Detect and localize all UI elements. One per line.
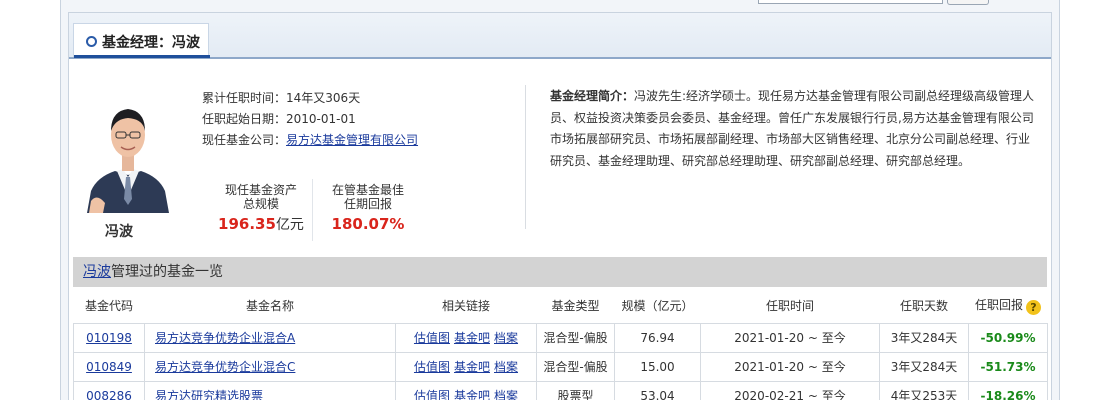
- stat-best-return: 在管基金最佳 任期回报 180.07%: [314, 183, 422, 233]
- table-row: 010198 易方达竞争优势企业混合A 估值图 基金吧 档案 混合型-偏股 76.9…: [73, 322, 1048, 353]
- stat-value: 196.35亿元: [207, 215, 315, 233]
- manager-panel: 基金经理：冯波 冯波 累计任职时间：14年又306天 任职起始日期：2010-0…: [68, 12, 1052, 400]
- col-links: 相关链接: [395, 289, 537, 324]
- fund-name-link[interactable]: 易方达竞争优势企业混合A: [155, 331, 295, 345]
- fund-type: 混合型-偏股: [536, 322, 615, 353]
- fund-days: 4年又253天: [879, 380, 969, 400]
- stat-label-line2: 总规模: [242, 197, 279, 211]
- company-row: 现任基金公司：易方达基金管理有限公司: [202, 130, 418, 151]
- col-code: 基金代码: [73, 289, 145, 324]
- fund-size: 15.00: [614, 351, 701, 382]
- fund-name-link[interactable]: 易方达竞争优势企业混合C: [155, 360, 295, 374]
- col-size: 规模（亿元）: [614, 289, 701, 324]
- col-return: 任职回报?: [968, 289, 1048, 324]
- manager-bio: 基金经理简介：冯波先生:经济学硕士。现任易方达基金管理有限公司副总经理级高级管理…: [550, 86, 1038, 172]
- page-container: 基金经理：冯波 冯波 累计任职时间：14年又306天 任职起始日期：2010-0…: [60, 0, 1060, 400]
- manager-info: 累计任职时间：14年又306天 任职起始日期：2010-01-01 现任基金公司…: [202, 88, 418, 151]
- fund-code-link[interactable]: 010198: [86, 331, 132, 345]
- manager-name-link[interactable]: 冯波: [83, 264, 111, 280]
- table-row: 008286 易方达研究精选股票 估值图 基金吧 档案 股票型 53.04 2020…: [73, 380, 1048, 400]
- fund-code-link[interactable]: 010849: [86, 360, 132, 374]
- fund-period: 2020-02-21 ~ 至今: [700, 380, 880, 400]
- tenure-total-label: 累计任职时间：: [202, 91, 287, 105]
- fund-profile-link[interactable]: 档案: [494, 331, 518, 345]
- fund-profile-link[interactable]: 档案: [494, 360, 518, 374]
- tenure-total-value: 14年又306天: [286, 91, 361, 105]
- valuation-chart-link[interactable]: 估值图: [414, 331, 450, 345]
- stat-label-line2: 任期回报: [343, 197, 392, 211]
- fund-type: 股票型: [536, 380, 615, 400]
- start-date-label: 任职起始日期：: [202, 112, 287, 126]
- fund-code-link[interactable]: 008286: [86, 389, 132, 400]
- manager-name: 冯波: [105, 224, 133, 240]
- stat-label-line1: 在管基金最佳: [331, 183, 404, 197]
- col-name: 基金名称: [144, 289, 396, 324]
- stat-number: 196.35: [218, 215, 276, 233]
- section-divider: [525, 85, 526, 229]
- manager-section: 冯波 累计任职时间：14年又306天 任职起始日期：2010-01-01 现任基…: [69, 61, 1051, 257]
- top-search-input[interactable]: [758, 0, 943, 4]
- col-days: 任职天数: [879, 289, 969, 324]
- fund-table: 基金代码 基金名称 相关链接 基金类型 规模（亿元） 任职时间 任职天数 任职回…: [73, 289, 1048, 400]
- stat-divider: [312, 179, 313, 241]
- top-search-button[interactable]: [947, 0, 989, 5]
- fund-period: 2021-01-20 ~ 至今: [700, 322, 880, 353]
- stat-value: 180.07%: [314, 215, 422, 233]
- circle-marker-icon: [86, 36, 97, 47]
- stat-label-line1: 现任基金资产: [224, 183, 297, 197]
- fund-size: 53.04: [614, 380, 701, 400]
- start-date-row: 任职起始日期：2010-01-01: [202, 109, 418, 130]
- title-tab: 基金经理：冯波: [73, 23, 210, 58]
- tenure-total-row: 累计任职时间：14年又306天: [202, 88, 418, 109]
- fund-list-header: 冯波管理过的基金一览: [73, 257, 1047, 287]
- fund-return: -50.99%: [968, 322, 1048, 353]
- fund-days: 3年又284天: [879, 351, 969, 382]
- table-row: 010849 易方达竞争优势企业混合C 估值图 基金吧 档案 混合型-偏股 15.0…: [73, 351, 1048, 382]
- fund-return: -51.73%: [968, 351, 1048, 382]
- fund-forum-link[interactable]: 基金吧: [454, 360, 490, 374]
- stat-number: 180.07%: [331, 215, 405, 233]
- page-title: 基金经理：冯波: [102, 35, 200, 51]
- col-period: 任职时间: [700, 289, 880, 324]
- help-icon[interactable]: ?: [1026, 300, 1041, 316]
- company-label: 现任基金公司：: [202, 133, 287, 147]
- fund-return: -18.26%: [968, 380, 1048, 400]
- fund-days: 3年又284天: [879, 322, 969, 353]
- stat-total-assets: 现任基金资产 总规模 196.35亿元: [207, 183, 315, 232]
- valuation-chart-link[interactable]: 估值图: [414, 360, 450, 374]
- manager-photo: [83, 91, 173, 213]
- fund-forum-link[interactable]: 基金吧: [454, 389, 490, 400]
- fund-list-title: 管理过的基金一览: [111, 264, 223, 280]
- bio-label: 基金经理简介：: [550, 89, 635, 103]
- valuation-chart-link[interactable]: 估值图: [414, 389, 450, 400]
- fund-type: 混合型-偏股: [536, 351, 615, 382]
- col-type: 基金类型: [536, 289, 615, 324]
- company-link[interactable]: 易方达基金管理有限公司: [286, 133, 418, 147]
- title-underline: [74, 55, 210, 58]
- col-return-label: 任职回报: [974, 298, 1023, 313]
- fund-profile-link[interactable]: 档案: [494, 389, 518, 400]
- start-date-value: 2010-01-01: [286, 112, 356, 126]
- title-bar: 基金经理：冯波: [69, 13, 1051, 59]
- stat-unit: 亿元: [275, 217, 304, 233]
- fund-size: 76.94: [614, 322, 701, 353]
- fund-forum-link[interactable]: 基金吧: [454, 331, 490, 345]
- fund-period: 2021-01-20 ~ 至今: [700, 351, 880, 382]
- table-header-row: 基金代码 基金名称 相关链接 基金类型 规模（亿元） 任职时间 任职天数 任职回…: [73, 289, 1048, 324]
- fund-name-link[interactable]: 易方达研究精选股票: [155, 389, 263, 400]
